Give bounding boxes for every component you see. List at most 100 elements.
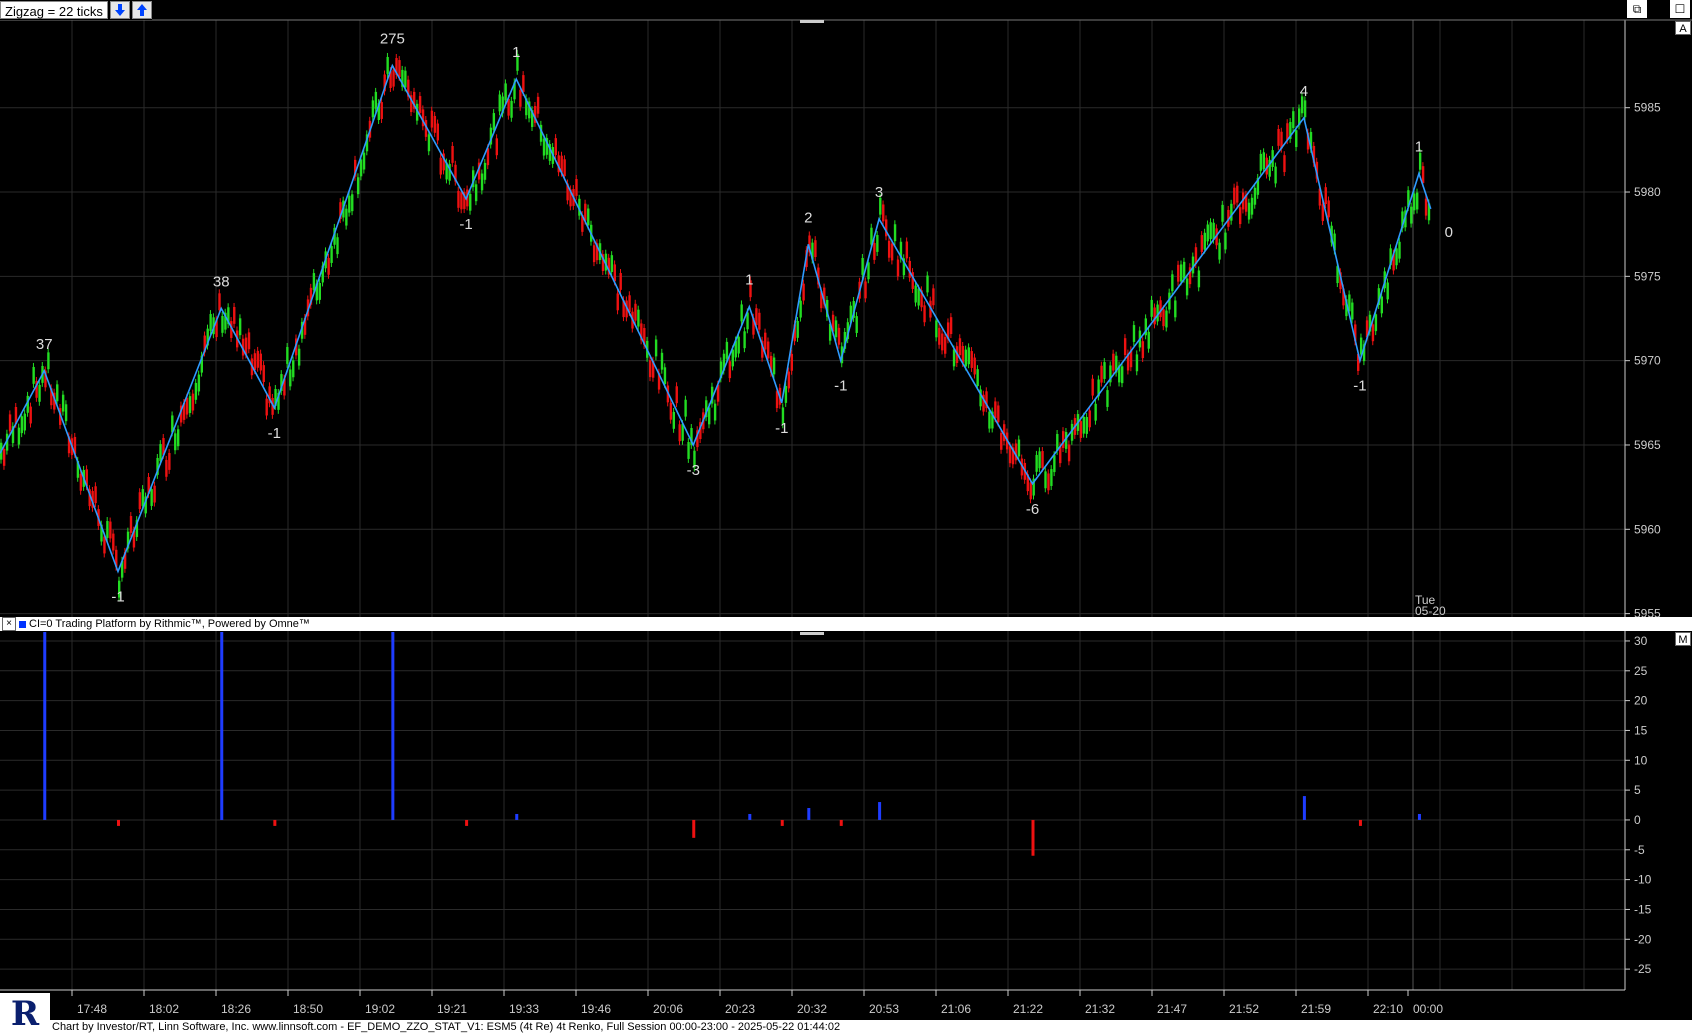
up-brick (483, 162, 487, 180)
time-tick-label: 21:47 (1157, 1002, 1187, 1016)
grid (0, 20, 1625, 990)
down-brick (253, 353, 257, 371)
hist-bar-positive (515, 813, 519, 820)
up-brick (654, 339, 658, 357)
down-brick (418, 96, 422, 113)
down-brick (109, 521, 112, 539)
down-brick (191, 393, 195, 411)
stat-pane-tag[interactable]: M (1675, 632, 1691, 646)
down-brick (1162, 309, 1165, 327)
zigzag-label: 2 (804, 209, 812, 226)
up-brick (1209, 222, 1212, 240)
down-brick (247, 332, 251, 350)
toolbar: Zigzag = 22 ticks (0, 0, 152, 20)
decrease-button[interactable] (109, 1, 130, 19)
down-brick (259, 353, 262, 371)
hist-bar-negative (780, 819, 784, 826)
up-brick (737, 336, 740, 354)
restore-button[interactable]: ⧉ (1627, 0, 1647, 18)
up-brick (221, 315, 224, 333)
down-brick (153, 485, 156, 503)
up-brick (1180, 264, 1183, 282)
up-brick (209, 314, 212, 331)
down-brick (1371, 324, 1375, 342)
down-brick (1286, 123, 1289, 141)
up-brick (834, 320, 838, 338)
stat-tick-label: 25 (1634, 664, 1648, 678)
time-tick-label: 22:10 (1373, 1002, 1403, 1016)
up-brick (967, 347, 970, 365)
zigzag-label: -1 (775, 420, 788, 437)
down-brick (486, 148, 490, 166)
down-brick (1153, 307, 1156, 325)
price-pane-tag[interactable]: A (1675, 21, 1691, 35)
down-brick (1088, 410, 1091, 428)
price-tick-label: 5980 (1634, 185, 1661, 199)
down-brick (758, 312, 761, 330)
time-tick-label: 20:23 (725, 1002, 755, 1016)
up-brick (988, 411, 991, 429)
up-brick (1147, 331, 1150, 349)
down-brick (923, 305, 926, 323)
up-brick (587, 208, 590, 226)
up-brick (47, 352, 50, 370)
stat-tick-label: 10 (1634, 753, 1648, 767)
up-brick (1380, 296, 1383, 314)
up-brick (1206, 224, 1209, 242)
down-brick (29, 406, 32, 424)
down-brick (619, 272, 622, 290)
logo-glyph: R (10, 994, 40, 1034)
stat-tick-label: -15 (1634, 902, 1652, 916)
up-brick (1386, 282, 1389, 300)
footer-text: Chart by Investor/RT, Linn Software, Inc… (52, 1021, 841, 1033)
close-button[interactable]: ☐ (1670, 0, 1690, 18)
time-tick-label: 21:52 (1229, 1002, 1259, 1016)
time-tick-label: 18:50 (293, 1002, 323, 1016)
increase-button[interactable] (131, 1, 152, 19)
down-brick (973, 357, 976, 375)
down-brick (941, 333, 944, 351)
up-brick (159, 444, 162, 461)
zigzag-label: 1 (745, 272, 753, 289)
stat-histogram (43, 632, 1421, 856)
up-brick (188, 396, 192, 413)
up-brick (1103, 362, 1106, 379)
up-brick (356, 177, 360, 195)
up-brick (1303, 100, 1307, 118)
chart-canvas[interactable]: 37-138-1275-11-31-12-13-64-110 598559805… (0, 0, 1692, 1035)
down-brick (873, 243, 876, 260)
up-brick (474, 184, 478, 202)
up-brick (292, 360, 295, 378)
zigzag-setting-label[interactable]: Zigzag = 22 ticks (0, 1, 108, 19)
up-brick (1050, 469, 1053, 486)
up-brick (1182, 261, 1186, 279)
hist-bar-negative (1031, 819, 1035, 856)
time-tick-label: 21:06 (941, 1002, 971, 1016)
down-brick (168, 453, 171, 470)
down-brick (634, 303, 637, 321)
zigzag-label: 37 (36, 336, 53, 353)
up-brick (637, 309, 640, 327)
down-brick (675, 386, 678, 404)
down-brick (890, 243, 894, 261)
stat-tick-label: 30 (1634, 634, 1648, 648)
down-brick (764, 332, 767, 350)
down-brick (790, 353, 793, 371)
up-brick (336, 237, 339, 255)
price-tick-label: 5970 (1634, 354, 1661, 368)
down-brick (1091, 378, 1094, 396)
indicator-title-bar: × CI=0 Trading Platform by Rithmic™, Pow… (0, 617, 1692, 631)
down-brick (79, 473, 83, 491)
down-brick (997, 405, 1000, 423)
up-brick (1253, 187, 1257, 205)
zigzag-label: -1 (111, 588, 124, 605)
up-brick (1094, 403, 1097, 421)
down-brick (1177, 264, 1180, 282)
up-brick (32, 366, 35, 384)
hist-bar-negative (692, 819, 696, 838)
up-brick (61, 394, 65, 412)
up-brick (1218, 242, 1221, 260)
close-indicator-icon[interactable]: × (2, 617, 16, 631)
up-brick (914, 285, 917, 303)
down-brick (327, 257, 330, 275)
